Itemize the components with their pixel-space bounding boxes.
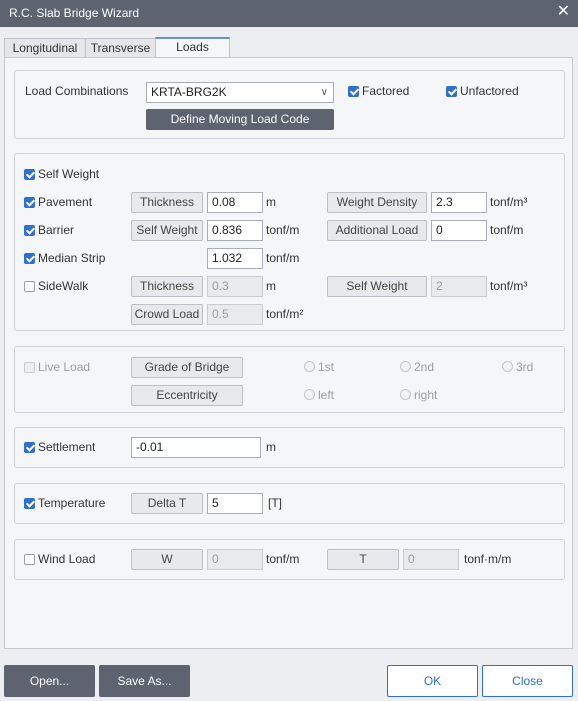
sidewalk-crowd-load-button[interactable]: Crowd Load xyxy=(131,304,203,325)
wind-t-input[interactable]: 0 xyxy=(403,549,459,570)
barrier-additional-load-button[interactable]: Additional Load xyxy=(327,220,427,241)
settlement-unit: m xyxy=(266,440,276,454)
eccentricity-right-label: right xyxy=(414,388,438,402)
load-combinations-group: Load Combinations KRTA-BRG2K ∨ Factored … xyxy=(14,70,565,139)
title-bar: R.C. Slab Bridge Wizard ✕ xyxy=(0,0,578,27)
unfactored-checkbox[interactable] xyxy=(446,86,457,97)
load-combinations-value: KRTA-BRG2K xyxy=(151,85,227,99)
pavement-weight-density-button[interactable]: Weight Density xyxy=(327,192,427,213)
temperature-input[interactable]: 5 xyxy=(207,493,263,514)
barrier-additional-load-input[interactable]: 0 xyxy=(431,220,487,241)
self-weight-label: Self Weight xyxy=(38,167,100,181)
ok-button[interactable]: OK xyxy=(387,665,478,697)
grade-2nd-radio[interactable] xyxy=(400,361,411,372)
barrier-additional-unit: tonf/m xyxy=(490,223,524,237)
settlement-group: Settlement -0.01 m xyxy=(14,427,565,468)
wind-w-input[interactable]: 0 xyxy=(207,549,263,570)
live-load-label: Live Load xyxy=(38,360,91,374)
barrier-checkbox[interactable] xyxy=(24,225,35,236)
dead-loads-group: Self Weight Pavement Thickness 0.08 m We… xyxy=(14,153,565,331)
settlement-checkbox[interactable] xyxy=(24,442,35,453)
tab-content-loads: Load Combinations KRTA-BRG2K ∨ Factored … xyxy=(4,57,573,649)
close-icon[interactable]: ✕ xyxy=(557,3,570,21)
wind-w-unit: tonf/m xyxy=(266,552,300,566)
grade-1st-label: 1st xyxy=(318,360,335,374)
median-strip-checkbox[interactable] xyxy=(24,253,35,264)
pavement-checkbox[interactable] xyxy=(24,197,35,208)
settlement-input[interactable]: -0.01 xyxy=(131,437,261,458)
pavement-density-unit: tonf/m³ xyxy=(490,195,528,209)
median-strip-input[interactable]: 1.032 xyxy=(207,248,263,269)
sidewalk-thickness-unit: m xyxy=(266,279,276,293)
factored-label: Factored xyxy=(362,84,410,98)
grade-3rd-radio[interactable] xyxy=(502,361,513,372)
wind-t-button[interactable]: T xyxy=(327,549,399,570)
sidewalk-self-weight-unit: tonf/m³ xyxy=(490,279,528,293)
wind-load-label: Wind Load xyxy=(38,552,96,566)
tab-loads[interactable]: Loads xyxy=(155,37,230,58)
factored-checkbox[interactable] xyxy=(348,86,359,97)
temperature-group: Temperature Delta T 5 [T] xyxy=(14,483,565,524)
sidewalk-self-weight-button[interactable]: Self Weight xyxy=(327,276,427,297)
sidewalk-crowd-load-input[interactable]: 0.5 xyxy=(207,304,263,325)
pavement-label: Pavement xyxy=(38,195,93,209)
live-load-checkbox[interactable] xyxy=(24,362,35,373)
pavement-weight-density-input[interactable]: 2.3 xyxy=(431,192,487,213)
barrier-self-weight-unit: tonf/m xyxy=(266,223,300,237)
grade-of-bridge-button[interactable]: Grade of Bridge xyxy=(131,357,243,378)
pavement-thickness-input[interactable]: 0.08 xyxy=(207,192,263,213)
eccentricity-left-label: left xyxy=(318,388,335,402)
delta-t-button[interactable]: Delta T xyxy=(131,493,203,514)
sidewalk-crowd-unit: tonf/m² xyxy=(266,307,304,321)
sidewalk-thickness-button[interactable]: Thickness xyxy=(131,276,203,297)
temperature-label: Temperature xyxy=(38,496,106,510)
wind-w-button[interactable]: W xyxy=(131,549,203,570)
self-weight-checkbox[interactable] xyxy=(24,169,35,180)
load-combinations-select[interactable]: KRTA-BRG2K ∨ xyxy=(146,82,334,103)
barrier-label: Barrier xyxy=(38,223,75,237)
live-load-group: Live Load Grade of Bridge 1st 2nd 3rd Ec… xyxy=(14,346,565,413)
pavement-thickness-unit: m xyxy=(266,195,276,209)
close-button[interactable]: Close xyxy=(482,665,573,697)
window-title: R.C. Slab Bridge Wizard xyxy=(9,6,140,20)
load-combinations-label: Load Combinations xyxy=(25,84,129,98)
sidewalk-thickness-input[interactable]: 0.3 xyxy=(207,276,263,297)
median-strip-label: Median Strip xyxy=(38,251,106,265)
temperature-checkbox[interactable] xyxy=(24,498,35,509)
barrier-self-weight-input[interactable]: 0.836 xyxy=(207,220,263,241)
tab-longitudinal[interactable]: Longitudinal xyxy=(4,38,86,58)
grade-2nd-label: 2nd xyxy=(414,360,435,374)
median-strip-unit: tonf/m xyxy=(266,251,300,265)
chevron-down-icon: ∨ xyxy=(320,87,328,98)
tab-transverse[interactable]: Transverse xyxy=(85,38,156,58)
sidewalk-self-weight-input[interactable]: 2 xyxy=(431,276,487,297)
sidewalk-label: SideWalk xyxy=(38,279,89,293)
wind-load-checkbox[interactable] xyxy=(24,554,35,565)
save-as-button[interactable]: Save As... xyxy=(99,665,190,697)
settlement-label: Settlement xyxy=(38,440,96,454)
eccentricity-button[interactable]: Eccentricity xyxy=(131,385,243,406)
barrier-self-weight-button[interactable]: Self Weight xyxy=(131,220,203,241)
eccentricity-right-radio[interactable] xyxy=(400,389,411,400)
unfactored-label: Unfactored xyxy=(460,84,519,98)
open-button[interactable]: Open... xyxy=(4,665,95,697)
grade-3rd-label: 3rd xyxy=(516,360,534,374)
wind-t-unit: tonf·m/m xyxy=(464,552,512,566)
eccentricity-left-radio[interactable] xyxy=(304,389,315,400)
define-moving-load-code-button[interactable]: Define Moving Load Code xyxy=(146,109,334,130)
pavement-thickness-button[interactable]: Thickness xyxy=(131,192,203,213)
grade-1st-radio[interactable] xyxy=(304,361,315,372)
sidewalk-checkbox[interactable] xyxy=(24,281,35,292)
temperature-unit: [T] xyxy=(268,496,282,510)
wind-load-group: Wind Load W 0 tonf/m T 0 tonf·m/m xyxy=(14,539,565,580)
